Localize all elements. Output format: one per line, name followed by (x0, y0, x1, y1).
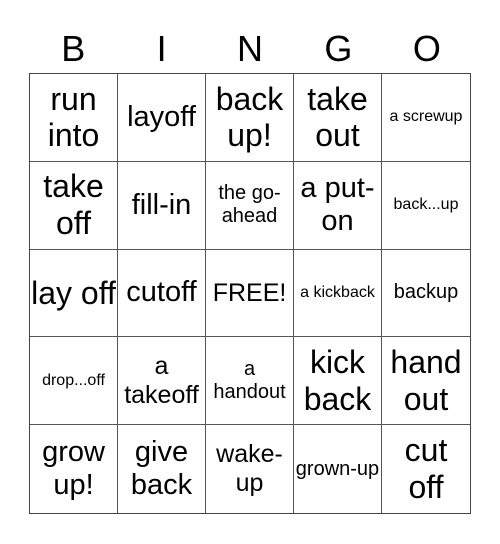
bingo-cell[interactable]: run into (30, 74, 118, 162)
bingo-cell[interactable]: a screwup (382, 74, 470, 162)
bingo-cell[interactable]: a put-on (294, 161, 382, 250)
bingo-cell[interactable]: grown-up (294, 425, 382, 513)
bingo-cell-text: cutoff (126, 276, 197, 309)
bingo-cell-text: wake-up (216, 440, 283, 498)
header-letter-b: B (61, 28, 86, 69)
bingo-cell-text: back up! (215, 80, 284, 154)
bingo-cell[interactable]: the go-ahead (206, 161, 294, 250)
bingo-cell[interactable]: a takeoff (118, 337, 206, 426)
bingo-cell[interactable]: a handout (206, 337, 294, 426)
bingo-cell-text: lay off (31, 274, 116, 311)
bingo-cell[interactable]: hand out (382, 337, 470, 426)
bingo-cell-text: layoff (127, 100, 196, 133)
bingo-cell[interactable]: take off (30, 161, 118, 250)
bingo-cell[interactable]: give back (118, 425, 206, 513)
bingo-cell-text: grow up! (42, 435, 105, 502)
bingo-cell-text: a takeoff (124, 352, 199, 409)
bingo-cell-text: run into (47, 80, 100, 154)
header-letter-i: I (156, 28, 167, 69)
bingo-cell-text: grown-up (295, 457, 380, 480)
bingo-cell-text: FREE! (212, 278, 287, 307)
bingo-cell[interactable]: back up! (206, 74, 294, 162)
bingo-cell[interactable]: lay off (30, 249, 118, 338)
bingo-cell[interactable]: take out (294, 74, 382, 162)
bingo-cell[interactable]: a kickback (294, 249, 382, 338)
bingo-cell[interactable]: layoff (118, 74, 206, 162)
bingo-cell[interactable]: back...up (382, 162, 470, 250)
bingo-cell[interactable]: drop...off (30, 337, 118, 426)
bingo-cell[interactable]: kick back (294, 337, 382, 426)
bingo-cell-text: drop...off (42, 371, 105, 389)
bingo-cell-text: take out (307, 80, 368, 154)
bingo-cell-text: kick back (303, 343, 372, 417)
bingo-cell-text: back...up (393, 196, 459, 213)
bingo-cell-text: cut off (404, 432, 448, 506)
bingo-cell[interactable]: cut off (382, 425, 470, 513)
bingo-cell[interactable]: grow up! (30, 425, 118, 513)
bingo-cell[interactable]: backup (382, 250, 470, 338)
bingo-cell-text: the go-ahead (218, 182, 281, 228)
bingo-cell-text: fill-in (131, 188, 192, 221)
bingo-cell-text: take off (43, 168, 104, 242)
bingo-cell-text: a kickback (300, 283, 375, 301)
bingo-cell-text: give back (130, 435, 193, 502)
bingo-card-grid: run into layoff back up! take out a scre… (29, 73, 471, 514)
header-letter-n: N (237, 28, 264, 69)
header-letter-g: G (324, 28, 353, 69)
bingo-free-cell[interactable]: FREE! (206, 249, 294, 338)
bingo-cell-text: backup (393, 281, 459, 304)
bingo-cell-text: a screwup (389, 108, 463, 126)
header-letter-o: O (412, 28, 441, 69)
bingo-cell-text: hand out (390, 343, 462, 417)
bingo-cell-text: a handout (213, 357, 286, 403)
bingo-cell[interactable]: cutoff (118, 249, 206, 338)
bingo-cell[interactable]: wake-up (206, 425, 294, 513)
bingo-header: B I N G O (29, 26, 471, 72)
bingo-cell-text: a put-on (300, 171, 375, 238)
bingo-cell[interactable]: fill-in (118, 161, 206, 250)
